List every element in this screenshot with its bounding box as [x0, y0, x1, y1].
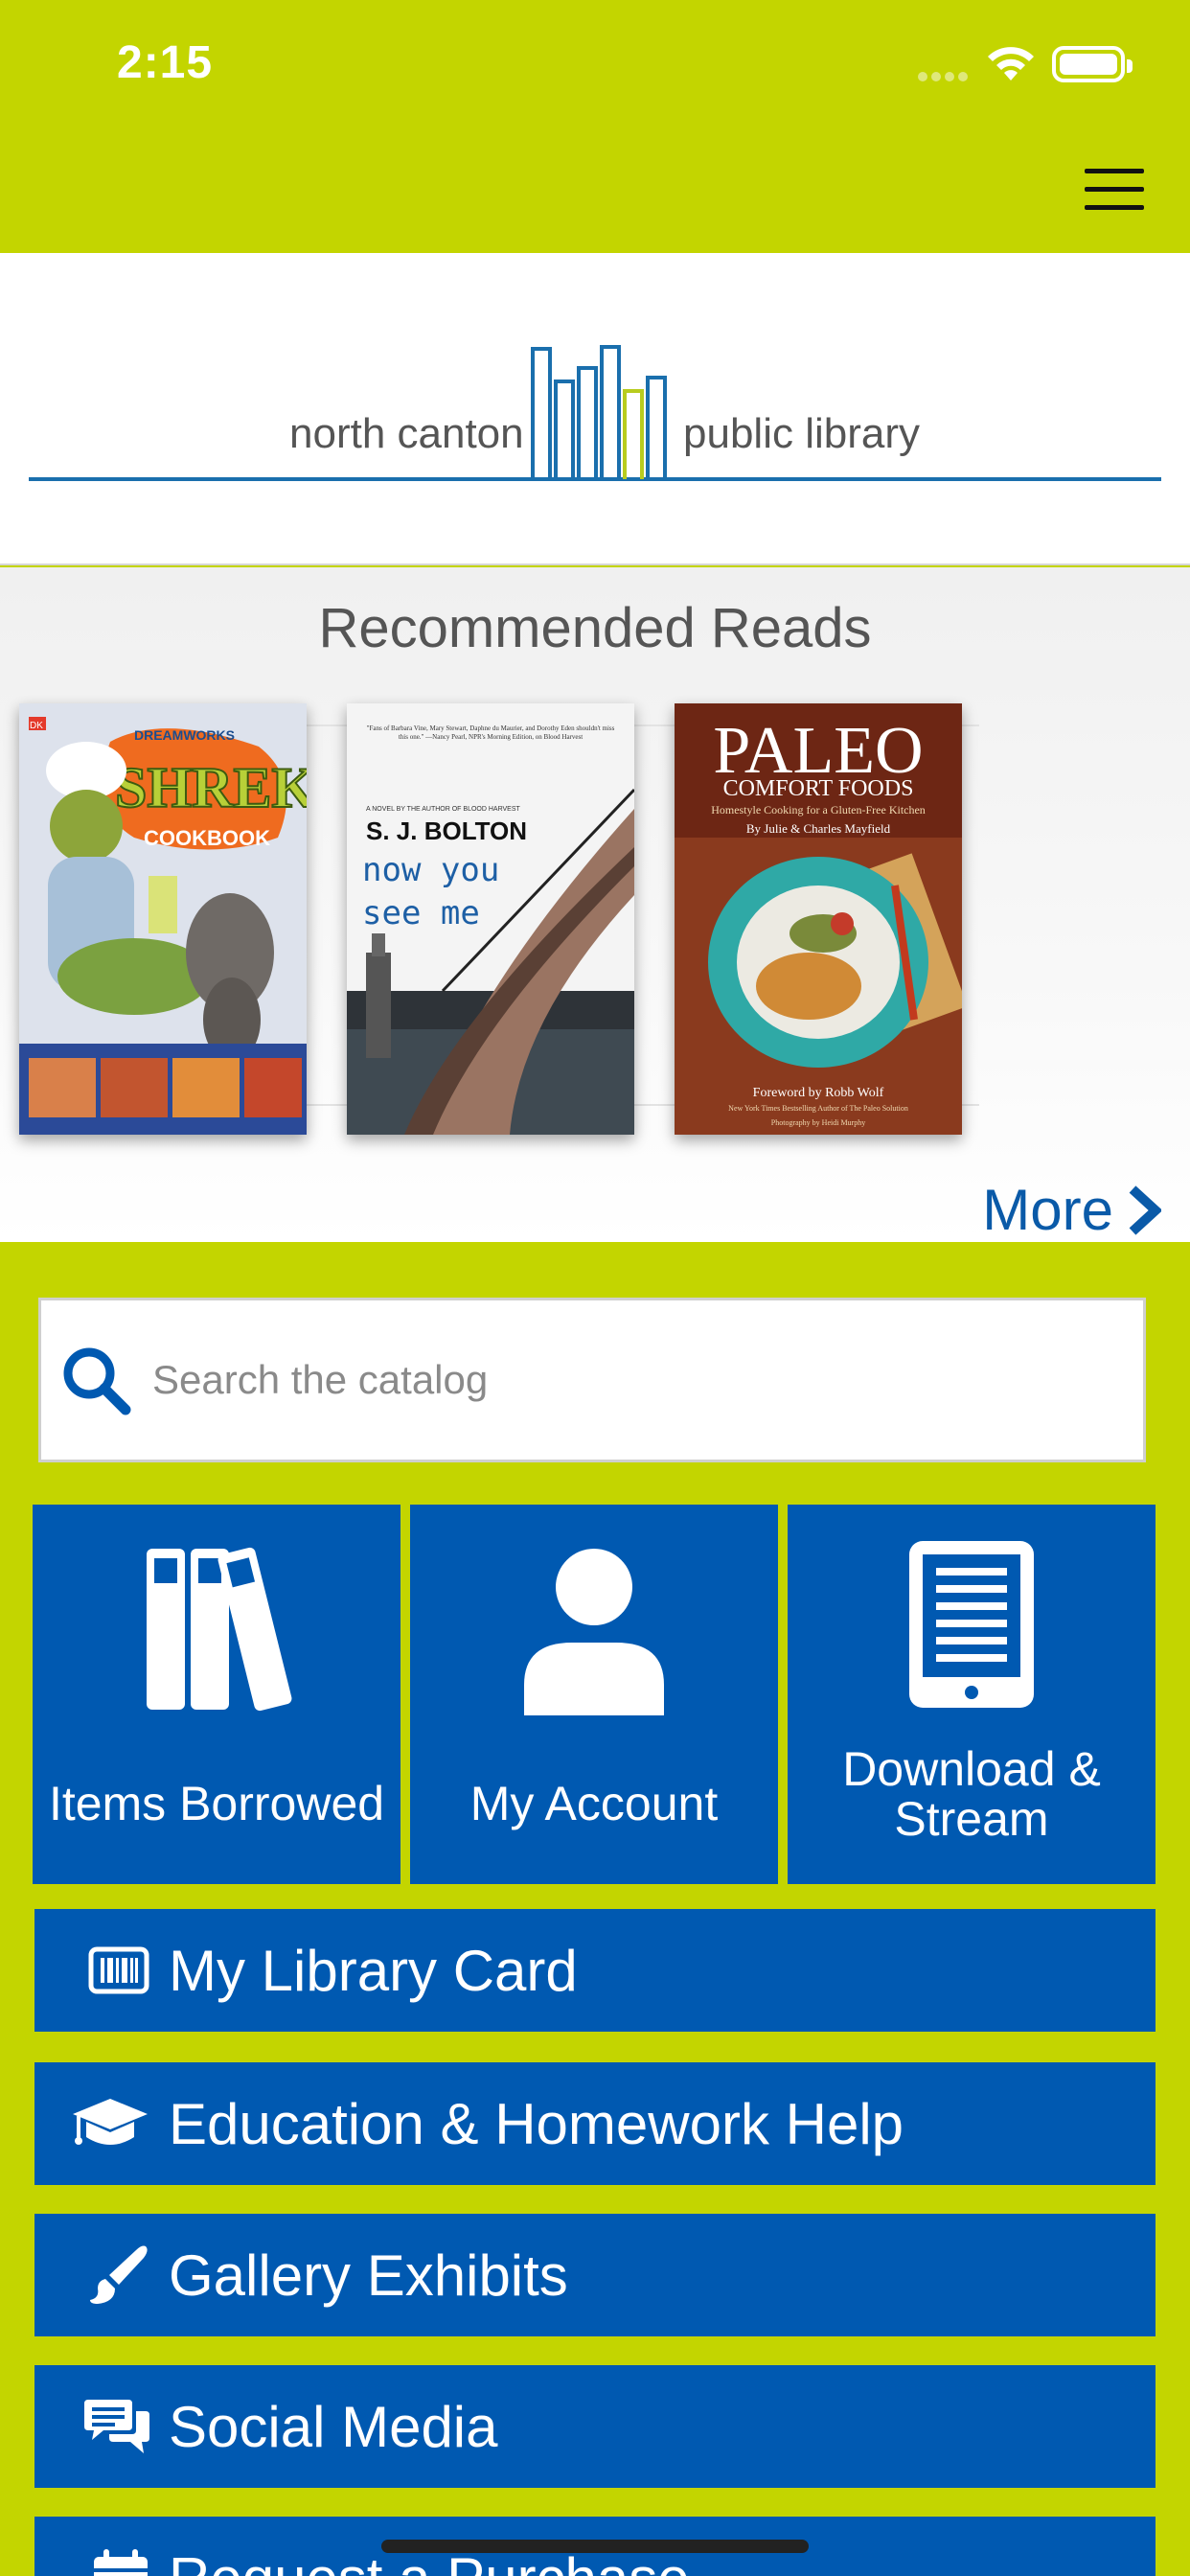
- book-cover-shrek-cookbook[interactable]: DREAMWORKS SHREK COOKBOOK DK: [19, 703, 307, 1135]
- social-media-row[interactable]: Social Media: [34, 2365, 1156, 2488]
- library-logo: north canton public library: [29, 345, 1161, 481]
- svg-text:Homestyle Cooking for a Gluten: Homestyle Cooking for a Gluten-Free Kitc…: [711, 803, 926, 816]
- calendar-icon: [61, 2540, 155, 2576]
- more-recommended-link[interactable]: More: [982, 1177, 1161, 1243]
- logo-text-left: north canton: [289, 410, 524, 457]
- items-borrowed-tile[interactable]: Items Borrowed: [33, 1505, 400, 1884]
- books-icon: [33, 1543, 400, 1715]
- user-icon: [410, 1543, 778, 1715]
- education-homework-help-label: Education & Homework Help: [169, 2091, 904, 2156]
- wifi-icon: [988, 47, 1034, 80]
- book-cover-paleo-comfort-foods[interactable]: PALEO COMFORT FOODS Homestyle Cooking fo…: [675, 703, 962, 1135]
- chat-bubbles-icon: [61, 2388, 155, 2465]
- my-account-label: My Account: [469, 1777, 719, 1830]
- paint-brush-icon: [61, 2237, 155, 2313]
- graduation-cap-icon: [61, 2085, 155, 2162]
- svg-text:By Julie & Charles Mayfield: By Julie & Charles Mayfield: [746, 821, 891, 836]
- svg-text:S. J. BOLTON: S. J. BOLTON: [366, 816, 527, 845]
- download-stream-label-line1: Download &: [842, 1742, 1101, 1796]
- cellular-signal-icon: [918, 69, 972, 81]
- hamburger-menu-icon[interactable]: [1085, 169, 1144, 211]
- svg-text:Foreword by Robb Wolf: Foreword by Robb Wolf: [753, 1086, 884, 1100]
- recommended-reads-title: Recommended Reads: [318, 597, 872, 659]
- barcode-card-icon: [61, 1932, 155, 2009]
- gallery-exhibits-label: Gallery Exhibits: [169, 2242, 568, 2308]
- library-logo-banner: north canton public library: [0, 253, 1190, 565]
- top-bar: 2:15: [0, 0, 1190, 253]
- book-cover-now-you-see-me[interactable]: "Fans of Barbara Vine, Mary Stewart, Dap…: [347, 703, 634, 1135]
- svg-text:DK: DK: [30, 721, 43, 731]
- chevron-right-icon: [1129, 1184, 1161, 1235]
- social-media-label: Social Media: [169, 2394, 498, 2459]
- recommended-reads-section: Recommended Reads DREAMWORKS SHREK COOKB…: [0, 567, 1190, 1242]
- svg-text:A NOVEL BY THE AUTHOR OF BLOOD: A NOVEL BY THE AUTHOR OF BLOOD HARVEST: [366, 806, 521, 813]
- status-time: 2:15: [117, 37, 214, 88]
- logo-text-right: public library: [683, 410, 920, 457]
- battery-icon: [1052, 46, 1133, 82]
- my-library-card-label: My Library Card: [169, 1938, 578, 2003]
- svg-text:DREAMWORKS: DREAMWORKS: [134, 727, 235, 743]
- svg-text:Photography by Heidi Murphy: Photography by Heidi Murphy: [771, 1118, 865, 1127]
- home-indicator[interactable]: [381, 2540, 809, 2553]
- catalog-search-input[interactable]: Search the catalog: [38, 1298, 1146, 1462]
- items-borrowed-label: Items Borrowed: [48, 1777, 385, 1830]
- svg-text:COOKBOOK: COOKBOOK: [144, 826, 270, 850]
- gallery-exhibits-row[interactable]: Gallery Exhibits: [34, 2214, 1156, 2336]
- svg-text:now you: now you: [362, 851, 499, 889]
- my-library-card-row[interactable]: My Library Card: [34, 1909, 1156, 2032]
- svg-text:see me: see me: [362, 894, 480, 932]
- download-stream-label-line2: Stream: [894, 1792, 1049, 1846]
- more-label: More: [982, 1178, 1113, 1242]
- tablet-icon: [788, 1539, 1156, 1712]
- svg-text:COMFORT FOODS: COMFORT FOODS: [723, 776, 914, 801]
- download-stream-tile[interactable]: Download & Stream: [788, 1505, 1156, 1884]
- svg-text:New York Times Bestselling Aut: New York Times Bestselling Author of The…: [728, 1104, 908, 1113]
- search-placeholder: Search the catalog: [152, 1357, 489, 1402]
- search-icon: [63, 1347, 131, 1415]
- svg-text:SHREK: SHREK: [115, 756, 307, 819]
- my-account-tile[interactable]: My Account: [410, 1505, 778, 1884]
- education-homework-help-row[interactable]: Education & Homework Help: [34, 2062, 1156, 2185]
